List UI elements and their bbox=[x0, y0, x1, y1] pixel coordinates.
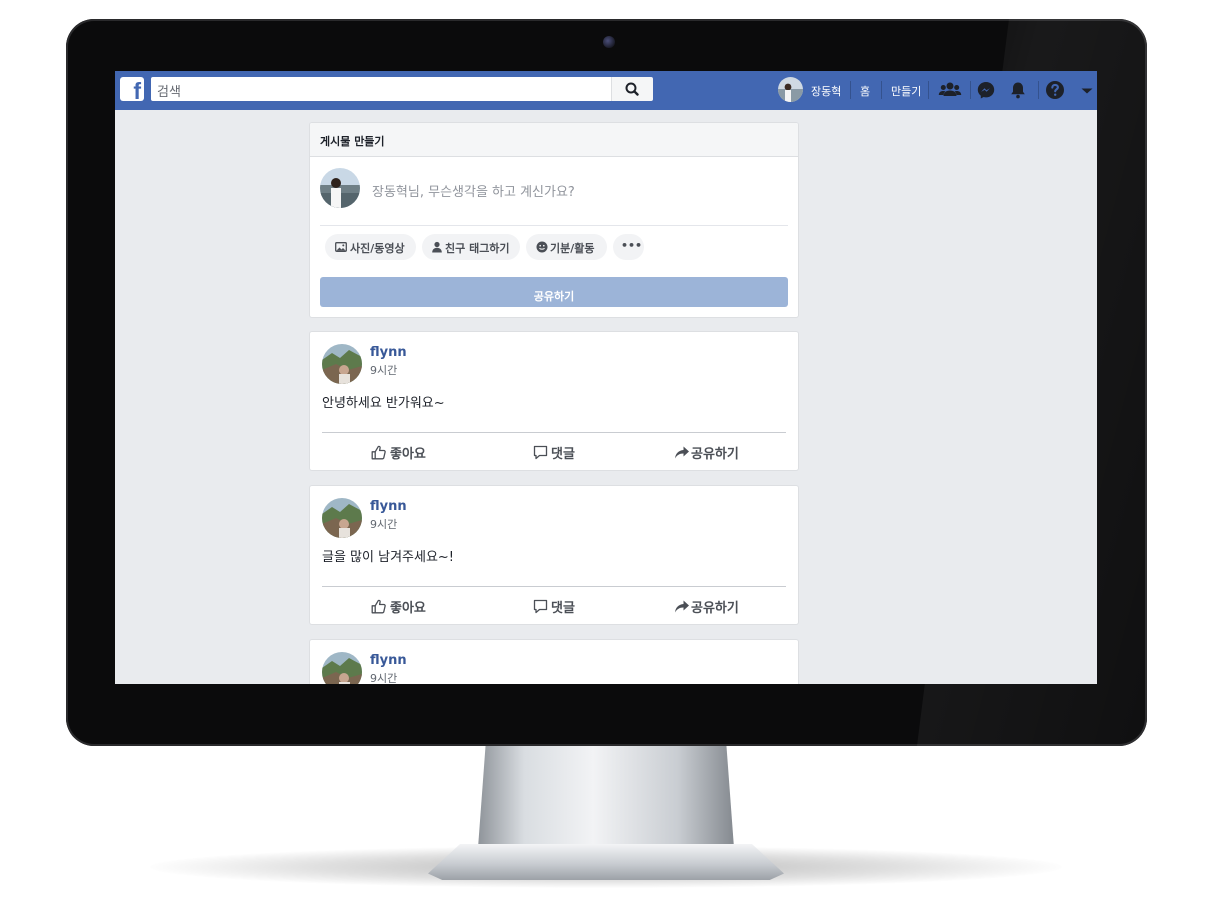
nav-profile-avatar[interactable] bbox=[778, 77, 803, 102]
post-card: flynn 9시간 안녕하세요 반가워요~ 좋아요 댓글 공유하기 bbox=[310, 332, 798, 470]
post-author-name[interactable]: flynn bbox=[370, 345, 407, 360]
screen: f 검색 장동혁 홈 만들기 게시물 만들기 장동혁님, 무슨생각을 하고 계신… bbox=[115, 71, 1097, 684]
nav-create-link[interactable]: 만들기 bbox=[891, 83, 921, 99]
like-label: 좋아요 bbox=[390, 447, 426, 462]
monitor-stand-base bbox=[428, 844, 784, 880]
post-author-name[interactable]: flynn bbox=[370, 653, 407, 668]
composer-share-label: 공유하기 bbox=[533, 290, 575, 303]
post-card: flynn 9시간 bbox=[310, 640, 798, 684]
person-icon bbox=[432, 241, 442, 253]
post-card: flynn 9시간 글을 많이 남겨주세요~! 좋아요 댓글 공유하기 bbox=[310, 486, 798, 624]
composer-divider bbox=[320, 225, 788, 226]
photo-icon bbox=[335, 242, 347, 252]
nav-home-link[interactable]: 홈 bbox=[860, 83, 870, 99]
share-arrow-icon bbox=[675, 446, 689, 459]
post-timestamp[interactable]: 9시간 bbox=[370, 516, 397, 532]
create-post-header: 게시물 만들기 bbox=[310, 123, 798, 157]
search-icon bbox=[625, 82, 639, 96]
smiley-icon bbox=[536, 241, 548, 253]
tag-friends-label: 친구 태그하기 bbox=[445, 242, 510, 255]
nav-profile-name[interactable]: 장동혁 bbox=[811, 83, 841, 99]
comment-label: 댓글 bbox=[551, 601, 575, 616]
like-label: 좋아요 bbox=[390, 601, 426, 616]
search-button[interactable] bbox=[611, 77, 653, 101]
help-icon[interactable] bbox=[1043, 78, 1067, 102]
more-options-chip[interactable]: ••• bbox=[613, 234, 644, 260]
composer-prompt-input[interactable]: 장동혁님, 무슨생각을 하고 계신가요? bbox=[372, 181, 575, 200]
composer-avatar[interactable] bbox=[320, 168, 360, 208]
comment-icon bbox=[533, 599, 548, 614]
search-input[interactable]: 검색 bbox=[151, 77, 652, 101]
like-button[interactable]: 좋아요 bbox=[365, 436, 435, 466]
share-label: 공유하기 bbox=[691, 447, 739, 462]
more-icon: ••• bbox=[621, 239, 643, 252]
thumbs-up-icon bbox=[371, 445, 386, 460]
composer-share-button[interactable]: 공유하기 bbox=[320, 277, 788, 307]
share-button[interactable]: 공유하기 bbox=[671, 436, 751, 466]
comment-icon bbox=[533, 445, 548, 460]
thumbs-up-icon bbox=[371, 599, 386, 614]
like-button[interactable]: 좋아요 bbox=[365, 590, 435, 620]
feeling-activity-label: 기분/활동 bbox=[550, 242, 595, 255]
search-placeholder: 검색 bbox=[157, 85, 181, 100]
nav-divider bbox=[850, 81, 851, 99]
post-author-avatar[interactable] bbox=[322, 344, 362, 384]
photo-video-label: 사진/동영상 bbox=[350, 242, 405, 255]
messenger-icon[interactable] bbox=[974, 78, 998, 102]
comment-label: 댓글 bbox=[551, 447, 575, 462]
nav-divider bbox=[881, 81, 882, 99]
comment-button[interactable]: 댓글 bbox=[528, 436, 588, 466]
feeling-activity-chip[interactable]: 기분/활동 bbox=[526, 234, 607, 260]
post-divider bbox=[322, 432, 786, 433]
bell-icon[interactable] bbox=[1006, 78, 1030, 102]
share-label: 공유하기 bbox=[691, 601, 739, 616]
create-post-title: 게시물 만들기 bbox=[320, 135, 385, 148]
webcam bbox=[603, 36, 615, 48]
photo-video-chip[interactable]: 사진/동영상 bbox=[325, 234, 416, 260]
facebook-logo-icon[interactable]: f bbox=[120, 77, 144, 104]
nav-divider bbox=[1038, 81, 1039, 99]
post-timestamp[interactable]: 9시간 bbox=[370, 362, 397, 378]
post-author-avatar[interactable] bbox=[322, 498, 362, 538]
post-divider bbox=[322, 586, 786, 587]
caret-down-icon[interactable] bbox=[1075, 78, 1097, 102]
share-arrow-icon bbox=[675, 600, 689, 613]
create-post-card: 게시물 만들기 장동혁님, 무슨생각을 하고 계신가요? 사진/동영상 친구 태… bbox=[310, 123, 798, 317]
friends-icon[interactable] bbox=[938, 78, 962, 102]
comment-button[interactable]: 댓글 bbox=[528, 590, 588, 620]
post-author-avatar[interactable] bbox=[322, 652, 362, 684]
share-button[interactable]: 공유하기 bbox=[671, 590, 751, 620]
post-timestamp[interactable]: 9시간 bbox=[370, 670, 397, 684]
nav-divider bbox=[970, 81, 971, 99]
monitor-stand-neck bbox=[478, 744, 734, 848]
nav-divider bbox=[928, 81, 929, 99]
post-author-name[interactable]: flynn bbox=[370, 499, 407, 514]
tag-friends-chip[interactable]: 친구 태그하기 bbox=[422, 234, 520, 260]
post-text: 글을 많이 남겨주세요~! bbox=[322, 550, 455, 565]
top-navigation-bar: f 검색 장동혁 홈 만들기 bbox=[115, 71, 1097, 110]
post-text: 안녕하세요 반가워요~ bbox=[322, 396, 445, 411]
